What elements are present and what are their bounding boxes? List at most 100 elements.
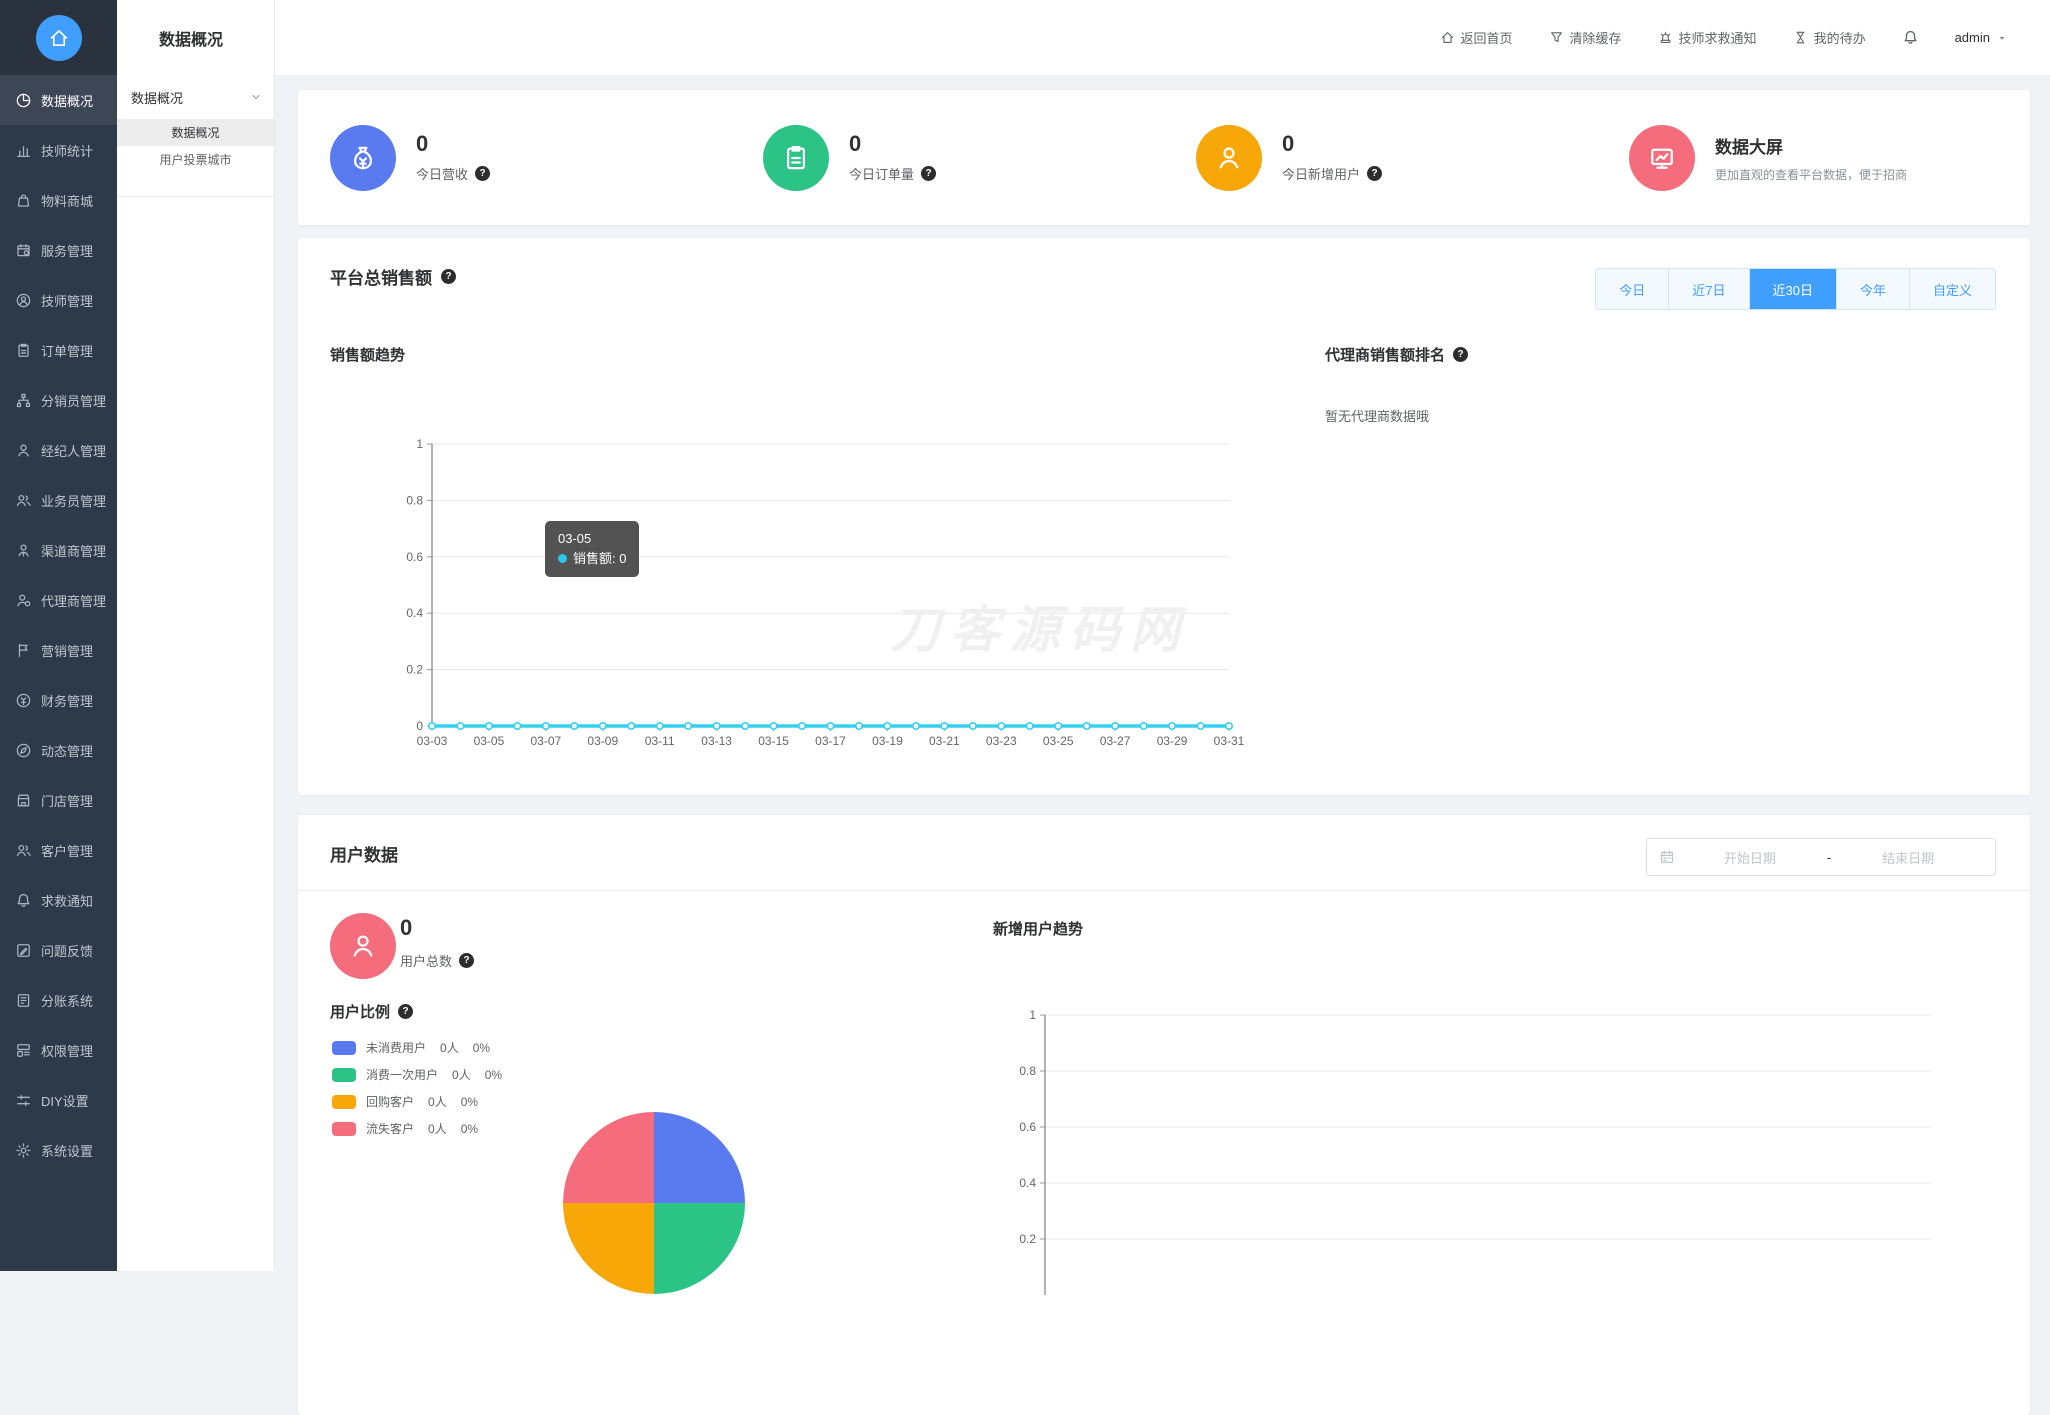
sidebar-item-label: 物料商城 xyxy=(41,193,94,209)
user-total-icon xyxy=(330,913,396,979)
legend-item[interactable]: 未消费用户 0人 0% xyxy=(332,1039,502,1056)
sidebar-item-order-mgmt[interactable]: 订单管理 xyxy=(0,325,117,375)
sidebar-item-ledger-system[interactable]: 分账系统 xyxy=(0,975,117,1025)
svg-text:0.4: 0.4 xyxy=(406,606,423,620)
new-user-trend-chart[interactable]: 0.2 0.4 0.6 0.8 1 xyxy=(1000,980,1950,1320)
legend-label: 消费一次用户 xyxy=(366,1068,439,1082)
date-range-picker[interactable]: 开始日期 - 结束日期 xyxy=(1646,838,1996,876)
sidebar-item-label: 门店管理 xyxy=(41,793,94,809)
help-icon[interactable]: ? xyxy=(921,165,937,181)
range-button-2[interactable]: 近30日 xyxy=(1748,269,1836,309)
sidebar-item-channel-mgmt[interactable]: 渠道商管理 xyxy=(0,525,117,575)
svg-text:03-15: 03-15 xyxy=(758,734,789,748)
sidebar-item-label: 求救通知 xyxy=(41,893,94,909)
svg-text:0.6: 0.6 xyxy=(406,550,423,564)
sidebar-item-service-mgmt[interactable]: 服务管理 xyxy=(0,225,117,275)
submenu-item-data-overview[interactable]: 数据概况 xyxy=(117,119,274,146)
legend-item[interactable]: 流失客户 0人 0% xyxy=(332,1120,502,1137)
sidebar-item-label: 技师统计 xyxy=(41,143,94,159)
service-icon xyxy=(15,242,32,259)
stat-label: 今日订单量 xyxy=(849,166,915,182)
header-link-label: 清除缓存 xyxy=(1569,31,1622,46)
stats-row: 0 今日营收? 0 今日订单量? 0 今日新增用户? 数据大屏 更加直观的查看平台数据，便… xyxy=(298,90,2030,225)
sidebar-item-tech-stats[interactable]: 技师统计 xyxy=(0,125,117,175)
user-panel-title: 用户数据 xyxy=(330,841,398,866)
user-data-panel: 用户数据 开始日期 - 结束日期 0 用户总数 ? 用户比例 ? 未消费用户 0人… xyxy=(298,815,2030,1415)
submenu-group-data-overview[interactable]: 数据概况 xyxy=(117,75,274,119)
svg-text:0.6: 0.6 xyxy=(1019,1120,1036,1134)
legend-swatch xyxy=(332,1121,356,1136)
logo-block xyxy=(0,0,117,75)
sidebar-item-finance-mgmt[interactable]: 财务管理 xyxy=(0,675,117,725)
sidebar-item-diy-settings[interactable]: DIY设置 xyxy=(0,1075,117,1125)
header-link-tech-rescue-notice[interactable]: 技师求救通知 xyxy=(1658,28,1757,47)
sidebar-item-marketing-mgmt[interactable]: 营销管理 xyxy=(0,625,117,675)
sidebar-item-label: 财务管理 xyxy=(41,693,94,709)
legend-percent: 0% xyxy=(484,1067,503,1082)
svg-text:1: 1 xyxy=(416,437,423,451)
stat-card-data-screen[interactable]: 数据大屏 更加直观的查看平台数据，便于招商 xyxy=(1597,124,2030,191)
help-icon[interactable]: ? xyxy=(1367,165,1383,181)
user-panel-title-text: 用户数据 xyxy=(330,846,398,865)
user-ratio-legend: 未消费用户 0人 0% 消费一次用户 0人 0% 回购客户 0人 0% 流失客户 0人 0% xyxy=(332,1039,502,1137)
legend-count: 0人 xyxy=(440,1041,459,1055)
sidebar-item-system-settings[interactable]: 系统设置 xyxy=(0,1125,117,1175)
user-ratio-pie-chart[interactable] xyxy=(563,1112,745,1294)
org-icon xyxy=(15,392,32,409)
user-menu[interactable]: admin xyxy=(1955,30,2008,45)
sidebar-item-agent-mgmt[interactable]: 代理商管理 xyxy=(0,575,117,625)
submenu-item-user-vote-city[interactable]: 用户投票城市 xyxy=(117,146,274,173)
header-link-label: 我的待办 xyxy=(1813,31,1866,46)
user-ratio-title-text: 用户比例 xyxy=(330,1004,391,1021)
sidebar-nav: 数据概况技师统计物料商城服务管理 技师管理 订单管理 分销员管理 经纪人管理 业务员管理渠… xyxy=(0,75,117,1175)
range-button-3[interactable]: 今年 xyxy=(1835,269,1909,309)
sidebar-item-broker-mgmt[interactable]: 经纪人管理 xyxy=(0,425,117,475)
sidebar-item-rescue-notice[interactable]: 求救通知 xyxy=(0,875,117,925)
sidebar-item-dynamic-mgmt[interactable]: 动态管理 xyxy=(0,725,117,775)
pie-icon xyxy=(15,92,32,109)
legend-label: 流失客户 xyxy=(366,1122,415,1136)
header-link-back-home[interactable]: 返回首页 xyxy=(1440,28,1513,47)
sidebar-item-distributor-mgmt[interactable]: 分销员管理 xyxy=(0,375,117,425)
data-screen-desc: 更加直观的查看平台数据，便于招商 xyxy=(1715,167,1908,182)
sidebar-item-feedback[interactable]: 问题反馈 xyxy=(0,925,117,975)
range-button-4[interactable]: 自定义 xyxy=(1908,269,1995,309)
end-date-input[interactable]: 结束日期 xyxy=(1833,848,1983,867)
legend-item[interactable]: 回购客户 0人 0% xyxy=(332,1093,502,1110)
help-icon[interactable]: ? xyxy=(475,165,491,181)
chevron-down-icon xyxy=(250,91,262,103)
platform-sales-panel: 平台总销售额 ? 今日 近7日 近30日 今年 自定义 销售额趋势 0 0.2 0.4 0.6… xyxy=(298,238,2030,795)
header-link-clear-cache[interactable]: 清除缓存 xyxy=(1549,28,1622,47)
sales-panel-title-text: 平台总销售额 xyxy=(330,269,432,288)
top-header: 返回首页 清除缓存 技师求救通知 我的待办 admin xyxy=(275,0,2050,75)
sidebar-item-tech-mgmt[interactable]: 技师管理 xyxy=(0,275,117,325)
help-icon[interactable]: ? xyxy=(398,1004,414,1019)
svg-text:0.8: 0.8 xyxy=(406,493,423,507)
help-icon[interactable]: ? xyxy=(1453,347,1469,362)
sidebar-item-permission-mgmt[interactable]: 权限管理 xyxy=(0,1025,117,1075)
sidebar-item-salesman-mgmt[interactable]: 业务员管理 xyxy=(0,475,117,525)
app-logo[interactable] xyxy=(35,14,82,61)
help-icon[interactable]: ? xyxy=(459,953,475,968)
range-button-1[interactable]: 近7日 xyxy=(1668,269,1749,309)
legend-swatch xyxy=(332,1067,356,1082)
header-link-my-todo[interactable]: 我的待办 xyxy=(1793,28,1866,47)
sales-trend-chart[interactable]: 0 0.2 0.4 0.6 0.8 1 03-03 03-05 03-07 03-09 03-11 0… xyxy=(390,430,1250,760)
legend-swatch xyxy=(332,1094,356,1109)
start-date-input[interactable]: 开始日期 xyxy=(1675,848,1825,867)
help-icon[interactable]: ? xyxy=(441,269,456,284)
flag-icon xyxy=(15,642,32,659)
gear-icon xyxy=(15,1142,32,1159)
legend-item[interactable]: 消费一次用户 0人 0% xyxy=(332,1066,502,1083)
range-button-0[interactable]: 今日 xyxy=(1596,269,1669,309)
svg-text:03-23: 03-23 xyxy=(986,734,1017,748)
sidebar-item-data-overview[interactable]: 数据概况 xyxy=(0,75,117,125)
sales-panel-title: 平台总销售额 ? xyxy=(330,264,456,289)
sidebar-item-store-mgmt[interactable]: 门店管理 xyxy=(0,775,117,825)
bell-icon[interactable] xyxy=(1902,29,1919,46)
person-circle-icon xyxy=(15,292,32,309)
sidebar-item-customer-mgmt[interactable]: 客户管理 xyxy=(0,825,117,875)
header-links: 返回首页 清除缓存 技师求救通知 我的待办 xyxy=(1440,28,1866,47)
sidebar-item-material-mall[interactable]: 物料商城 xyxy=(0,175,117,225)
admin-dashboard: 数据概况技师统计物料商城服务管理 技师管理 订单管理 分销员管理 经纪人管理 业务员管理渠… xyxy=(0,0,2050,1415)
